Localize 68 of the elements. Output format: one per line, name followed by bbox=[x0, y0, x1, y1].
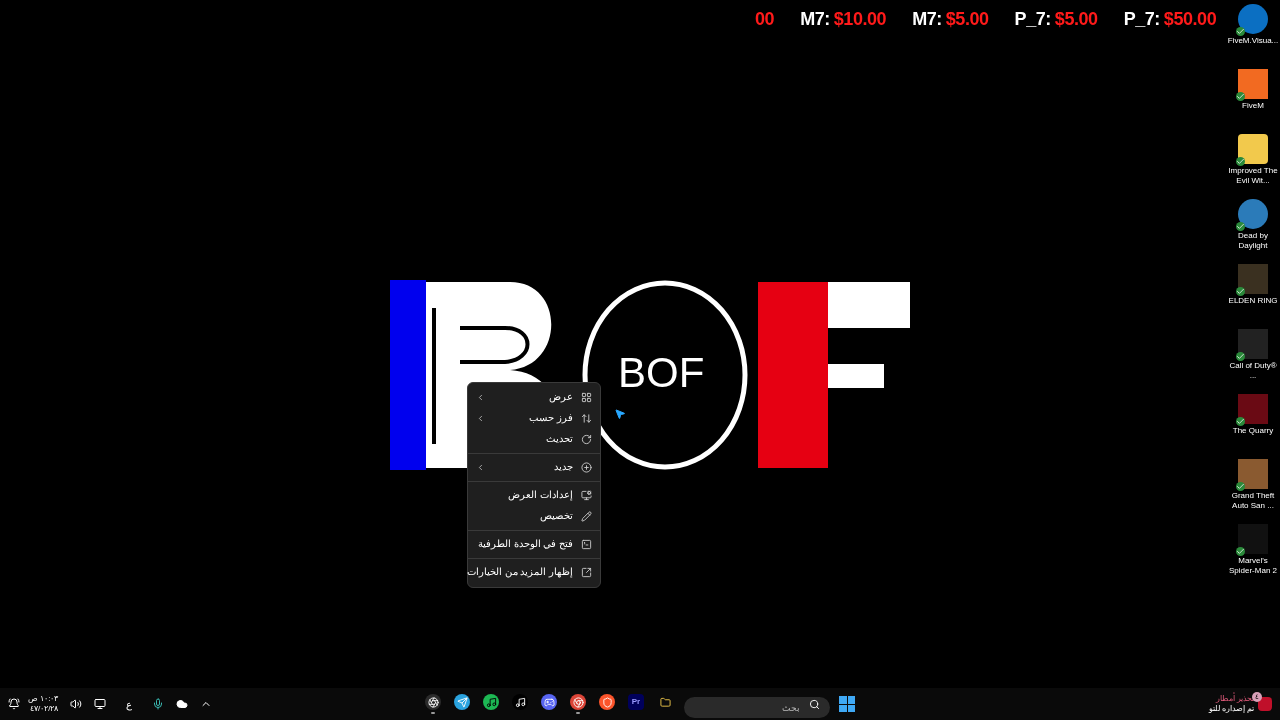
sync-check-icon bbox=[1236, 417, 1245, 426]
desktop-icon-label[interactable]: ELDEN RING bbox=[1228, 296, 1278, 306]
logo-text: BOF bbox=[618, 350, 705, 396]
sync-check-icon bbox=[1236, 352, 1245, 361]
microphone-icon[interactable] bbox=[152, 698, 165, 710]
music-note-icon[interactable] bbox=[483, 694, 499, 710]
terminal-icon bbox=[581, 539, 592, 550]
ticker-price: $10.00 bbox=[833, 8, 887, 31]
expand-icon bbox=[581, 567, 592, 578]
clock-date[interactable]: ٤٧/٠٢/٢٨ bbox=[30, 704, 59, 714]
ticker-price: $5.00 bbox=[945, 8, 989, 31]
ticker-label: M7: bbox=[800, 8, 830, 31]
mouse-pointer-icon bbox=[614, 408, 626, 420]
desktop-icon-label[interactable]: Grand Theft Auto San ... bbox=[1227, 491, 1279, 511]
weather-subtitle[interactable]: تم إصداره للتو bbox=[1208, 704, 1254, 714]
speaker-icon[interactable] bbox=[70, 698, 83, 710]
ticker-price: $5.00 bbox=[1054, 8, 1098, 31]
desktop-icon-label[interactable]: The Quarry bbox=[1232, 426, 1274, 436]
sync-check-icon bbox=[1236, 222, 1245, 231]
monitor-icon bbox=[581, 490, 592, 501]
menu-item[interactable]: جديد bbox=[468, 457, 600, 478]
sync-check-icon bbox=[1236, 547, 1245, 556]
ticker-price: 00 bbox=[755, 8, 775, 31]
language-indicator[interactable]: ع bbox=[118, 696, 141, 712]
sync-check-icon bbox=[1236, 92, 1245, 101]
search-icon bbox=[809, 698, 820, 710]
plus-circle-icon bbox=[581, 462, 592, 473]
clock-time[interactable]: ١٠:٠٣ ص bbox=[28, 694, 59, 704]
cloud-icon[interactable] bbox=[176, 698, 189, 710]
notification-icon[interactable] bbox=[8, 698, 20, 710]
sort-arrows-icon bbox=[581, 413, 592, 424]
sync-check-icon bbox=[1236, 157, 1245, 166]
network-icon[interactable] bbox=[94, 698, 107, 710]
paper-plane-icon[interactable] bbox=[454, 694, 470, 710]
sync-check-icon bbox=[1236, 27, 1245, 36]
desktop-icon-label[interactable]: Marvel's Spider-Man 2 bbox=[1227, 556, 1279, 576]
ticker-label: P_7: bbox=[1123, 8, 1160, 31]
desktop-icon-label[interactable]: Call of Duty® ... bbox=[1227, 361, 1279, 381]
ticker-label: P_7: bbox=[1014, 8, 1051, 31]
menu-item[interactable]: فرز حسب bbox=[468, 408, 600, 429]
weather-warning-icon[interactable] bbox=[1258, 697, 1272, 711]
premiere-app-button[interactable]: Pr bbox=[628, 694, 644, 710]
desktop-icon-label[interactable]: FiveM.Visua... bbox=[1227, 36, 1279, 46]
menu-item[interactable]: تحديث bbox=[468, 429, 600, 450]
menu-item[interactable]: فتح في الوحدة الطرفية bbox=[468, 534, 600, 555]
refresh-icon bbox=[581, 434, 592, 445]
search-field[interactable]: بحث bbox=[684, 697, 830, 718]
grid-icon bbox=[581, 392, 592, 403]
desktop-icon-label[interactable]: FiveM bbox=[1242, 101, 1264, 111]
desktop-icon-label[interactable]: Improved The Evil Wit... bbox=[1227, 166, 1279, 186]
music-note-icon[interactable] bbox=[512, 694, 528, 710]
menu-item[interactable]: إعدادات العرض bbox=[468, 485, 600, 506]
ticker-label: M7: bbox=[912, 8, 942, 31]
aperture-icon[interactable] bbox=[425, 694, 441, 710]
weather-title[interactable]: تحذير أمطار bbox=[1208, 694, 1254, 704]
menu-item[interactable]: إظهار المزيد من الخيارات bbox=[468, 562, 600, 583]
gamepad-icon[interactable] bbox=[541, 694, 557, 710]
windows-logo-icon[interactable] bbox=[839, 696, 855, 712]
pencil-icon bbox=[581, 511, 592, 522]
ticker-price: $50.00 bbox=[1163, 8, 1217, 31]
sync-check-icon bbox=[1236, 482, 1245, 491]
menu-item[interactable]: عرض bbox=[468, 387, 600, 408]
desktop-icon-label[interactable]: Dead by Daylight bbox=[1227, 231, 1279, 251]
folder-icon[interactable] bbox=[1238, 134, 1268, 164]
menu-item[interactable]: تخصيص bbox=[468, 506, 600, 527]
browser-icon[interactable] bbox=[570, 694, 586, 710]
lion-shield-icon[interactable] bbox=[599, 694, 615, 710]
sync-check-icon bbox=[1236, 287, 1245, 296]
